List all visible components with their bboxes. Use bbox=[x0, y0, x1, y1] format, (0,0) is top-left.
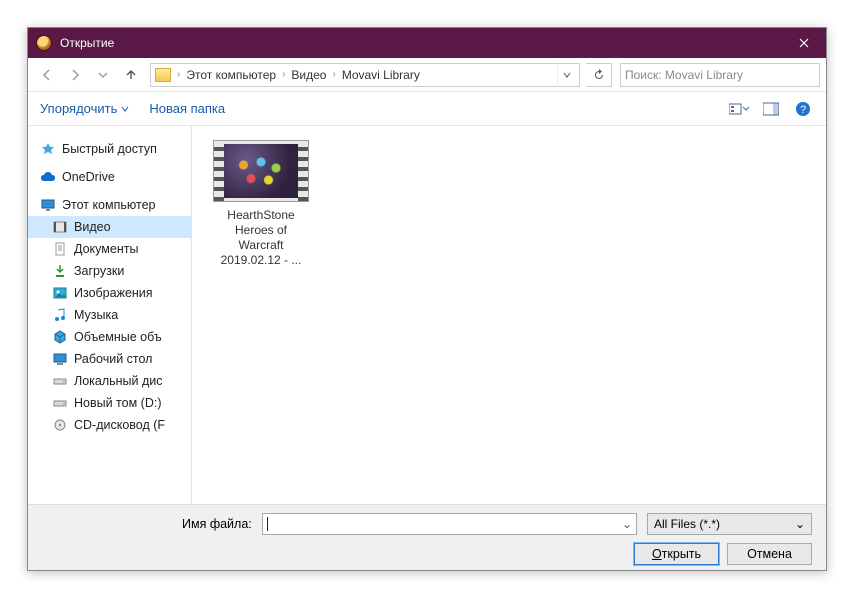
sidebar-item-pictures[interactable]: Изображения bbox=[28, 282, 191, 304]
disc-icon bbox=[52, 417, 68, 433]
chevron-down-icon[interactable]: ⌄ bbox=[622, 517, 632, 531]
toolbar: Упорядочить Новая папка ? bbox=[28, 92, 826, 126]
organize-menu[interactable]: Упорядочить bbox=[40, 101, 129, 116]
sidebar[interactable]: Быстрый доступ OneDrive Этот компьютер В… bbox=[28, 126, 192, 504]
refresh-button[interactable] bbox=[586, 63, 612, 87]
sidebar-item-cd-drive[interactable]: CD-дисковод (F bbox=[28, 414, 191, 436]
sidebar-item-downloads[interactable]: Загрузки bbox=[28, 260, 191, 282]
video-thumbnail bbox=[213, 140, 309, 202]
sidebar-item-onedrive[interactable]: OneDrive bbox=[28, 166, 191, 188]
monitor-icon bbox=[40, 197, 56, 213]
new-folder-button[interactable]: Новая папка bbox=[149, 101, 225, 116]
close-icon bbox=[799, 38, 809, 48]
sidebar-item-documents[interactable]: Документы bbox=[28, 238, 191, 260]
chevron-right-icon: › bbox=[330, 69, 337, 80]
sidebar-item-volume-d[interactable]: Новый том (D:) bbox=[28, 392, 191, 414]
file-label: HearthStone bbox=[206, 208, 316, 223]
sidebar-item-3d-objects[interactable]: Объемные объ bbox=[28, 326, 191, 348]
picture-icon bbox=[52, 285, 68, 301]
chevron-right-icon: › bbox=[280, 69, 287, 80]
document-icon bbox=[52, 241, 68, 257]
file-label: 2019.02.12 - ... bbox=[206, 253, 316, 268]
filename-label: Имя файла: bbox=[42, 517, 252, 531]
file-open-dialog: Открытие › Этот компьютер › Видео › Mova… bbox=[27, 27, 827, 571]
file-item[interactable]: HearthStone Heroes of Warcraft 2019.02.1… bbox=[206, 140, 316, 268]
breadcrumb-segment[interactable]: Видео bbox=[291, 68, 326, 82]
svg-text:?: ? bbox=[800, 104, 806, 116]
sidebar-item-quick-access[interactable]: Быстрый доступ bbox=[28, 138, 191, 160]
cancel-button[interactable]: Отмена bbox=[727, 543, 812, 565]
folder-icon bbox=[155, 68, 171, 82]
cloud-icon bbox=[40, 169, 56, 185]
chevron-down-icon bbox=[121, 105, 129, 113]
nav-recent-button[interactable] bbox=[90, 62, 116, 88]
sidebar-item-videos[interactable]: Видео bbox=[28, 216, 191, 238]
desktop-icon bbox=[52, 351, 68, 367]
preview-pane-button[interactable] bbox=[760, 98, 782, 120]
breadcrumb-segment[interactable]: Этот компьютер bbox=[186, 68, 276, 82]
content-area[interactable]: HearthStone Heroes of Warcraft 2019.02.1… bbox=[192, 126, 826, 504]
nav-back-button[interactable] bbox=[34, 62, 60, 88]
nav-row: › Этот компьютер › Видео › Movavi Librar… bbox=[28, 58, 826, 92]
titlebar: Открытие bbox=[28, 28, 826, 58]
window-title: Открытие bbox=[60, 36, 781, 50]
view-menu-button[interactable] bbox=[728, 98, 750, 120]
star-icon bbox=[40, 141, 56, 157]
help-button[interactable]: ? bbox=[792, 98, 814, 120]
chevron-right-icon: › bbox=[175, 69, 182, 80]
search-placeholder: Поиск: Movavi Library bbox=[625, 68, 743, 82]
file-label: Heroes of bbox=[206, 223, 316, 238]
nav-forward-button[interactable] bbox=[62, 62, 88, 88]
sidebar-item-desktop[interactable]: Рабочий стол bbox=[28, 348, 191, 370]
filename-input[interactable]: ⌄ bbox=[262, 513, 637, 535]
music-icon bbox=[52, 307, 68, 323]
address-bar[interactable]: › Этот компьютер › Видео › Movavi Librar… bbox=[150, 63, 580, 87]
sidebar-item-local-disk[interactable]: Локальный дис bbox=[28, 370, 191, 392]
file-type-filter[interactable]: All Files (*.*) ⌄ bbox=[647, 513, 812, 535]
download-icon bbox=[52, 263, 68, 279]
drive-icon bbox=[52, 373, 68, 389]
file-label: Warcraft bbox=[206, 238, 316, 253]
close-button[interactable] bbox=[781, 28, 826, 58]
film-icon bbox=[52, 219, 68, 235]
search-input[interactable]: Поиск: Movavi Library bbox=[620, 63, 820, 87]
sidebar-item-music[interactable]: Музыка bbox=[28, 304, 191, 326]
dialog-footer: Имя файла: ⌄ All Files (*.*) ⌄ Открыть О… bbox=[28, 504, 826, 570]
sidebar-item-this-pc[interactable]: Этот компьютер bbox=[28, 194, 191, 216]
app-icon bbox=[36, 35, 52, 51]
nav-up-button[interactable] bbox=[118, 62, 144, 88]
address-dropdown[interactable] bbox=[557, 63, 575, 87]
chevron-down-icon: ⌄ bbox=[795, 517, 805, 531]
dialog-body: Быстрый доступ OneDrive Этот компьютер В… bbox=[28, 126, 826, 504]
drive-icon bbox=[52, 395, 68, 411]
cube-icon bbox=[52, 329, 68, 345]
breadcrumb-segment[interactable]: Movavi Library bbox=[342, 68, 420, 82]
open-button[interactable]: Открыть bbox=[634, 543, 719, 565]
